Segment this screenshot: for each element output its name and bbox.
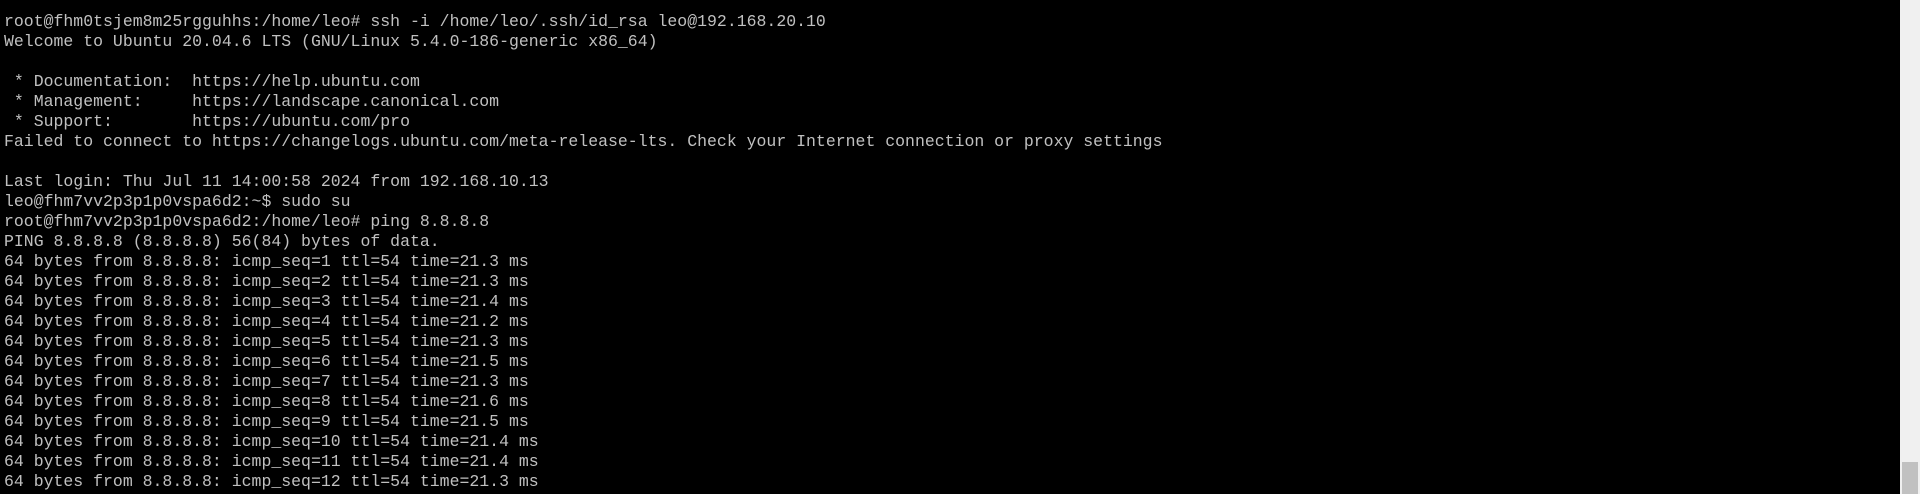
terminal-line: 64 bytes from 8.8.8.8: icmp_seq=3 ttl=54…: [4, 292, 529, 311]
terminal-line: 64 bytes from 8.8.8.8: icmp_seq=5 ttl=54…: [4, 332, 529, 351]
terminal-line: Failed to connect to https://changelogs.…: [4, 132, 1163, 151]
terminal-line: PING 8.8.8.8 (8.8.8.8) 56(84) bytes of d…: [4, 232, 440, 251]
terminal-line: 64 bytes from 8.8.8.8: icmp_seq=2 ttl=54…: [4, 272, 529, 291]
terminal-line: 64 bytes from 8.8.8.8: icmp_seq=8 ttl=54…: [4, 392, 529, 411]
scrollbar-thumb[interactable]: [1902, 462, 1918, 494]
terminal-line: Welcome to Ubuntu 20.04.6 LTS (GNU/Linux…: [4, 32, 658, 51]
terminal-line: 64 bytes from 8.8.8.8: icmp_seq=1 ttl=54…: [4, 252, 529, 271]
terminal-line: 64 bytes from 8.8.8.8: icmp_seq=4 ttl=54…: [4, 312, 529, 331]
terminal-line: * Management: https://landscape.canonica…: [4, 92, 500, 111]
terminal-line: leo@fhm7vv2p3p1p0vspa6d2:~$ sudo su: [4, 192, 351, 211]
terminal-line: 64 bytes from 8.8.8.8: icmp_seq=6 ttl=54…: [4, 352, 529, 371]
terminal-line: * Documentation: https://help.ubuntu.com: [4, 72, 420, 91]
terminal-line: Last login: Thu Jul 11 14:00:58 2024 fro…: [4, 172, 549, 191]
terminal-line: 64 bytes from 8.8.8.8: icmp_seq=9 ttl=54…: [4, 412, 529, 431]
terminal-line: 64 bytes from 8.8.8.8: icmp_seq=7 ttl=54…: [4, 372, 529, 391]
terminal-line: root@fhm7vv2p3p1p0vspa6d2:/home/leo# pin…: [4, 212, 490, 231]
terminal-line: 64 bytes from 8.8.8.8: icmp_seq=10 ttl=5…: [4, 432, 539, 451]
terminal-output[interactable]: root@fhm0tsjem8m25rgguhhs:/home/leo# ssh…: [4, 12, 1894, 494]
vertical-scrollbar[interactable]: [1900, 0, 1920, 494]
terminal-line: 64 bytes from 8.8.8.8: icmp_seq=12 ttl=5…: [4, 472, 539, 491]
terminal-line: 64 bytes from 8.8.8.8: icmp_seq=11 ttl=5…: [4, 452, 539, 471]
terminal-line: root@fhm0tsjem8m25rgguhhs:/home/leo# ssh…: [4, 12, 826, 31]
terminal-window[interactable]: root@fhm0tsjem8m25rgguhhs:/home/leo# ssh…: [0, 0, 1920, 494]
terminal-line: * Support: https://ubuntu.com/pro: [4, 112, 410, 131]
